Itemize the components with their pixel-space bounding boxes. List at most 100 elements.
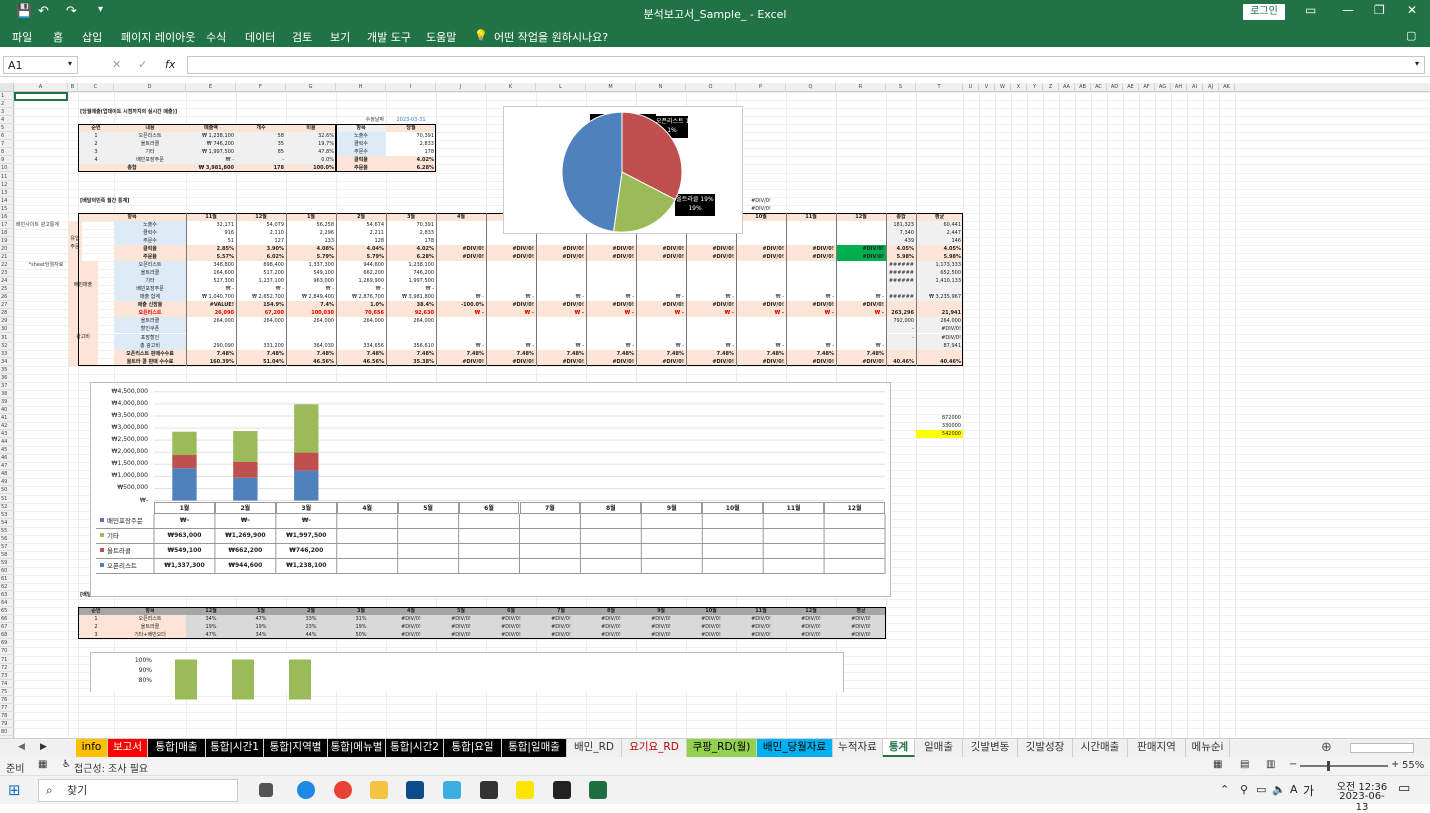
accessibility-icon: ♿: [62, 759, 71, 770]
ime-language[interactable]: 가: [1303, 782, 1314, 799]
accessibility-status[interactable]: 접근성: 조사 필요: [74, 760, 148, 775]
zoom-level[interactable]: 55%: [1402, 760, 1424, 771]
bar-올트라콜-1월[interactable]: [172, 454, 197, 469]
sheet-tab[interactable]: 일매출: [915, 739, 963, 757]
sheet-tab[interactable]: 깃발성장: [1018, 739, 1073, 757]
tray-pin-icon[interactable]: ⚲: [1240, 783, 1248, 796]
sheet-tab[interactable]: 통합|메뉴별: [328, 739, 386, 757]
bar-기타-2월[interactable]: [233, 431, 258, 462]
app-cube-icon[interactable]: [406, 781, 424, 799]
name-box-dropdown-icon[interactable]: ▾: [68, 59, 72, 68]
zoom-slider[interactable]: [1300, 761, 1388, 771]
volume-icon[interactable]: 🔈: [1272, 783, 1286, 796]
bar-올트라콜-3월[interactable]: [294, 452, 319, 471]
tab-data[interactable]: 데이터: [245, 29, 275, 45]
tab-scroll-right-icon[interactable]: ▶: [40, 742, 47, 752]
taskbar-date[interactable]: 2023-06-13: [1334, 791, 1390, 813]
tab-help[interactable]: 도움말: [426, 29, 456, 45]
page-break-icon[interactable]: ▥: [1266, 759, 1275, 770]
add-sheet-icon[interactable]: ⊕: [1321, 740, 1332, 755]
tab-view[interactable]: 보기: [330, 29, 350, 45]
chrome-icon[interactable]: [334, 781, 352, 799]
chart-layer: [96, 111, 886, 700]
sheet-tab[interactable]: 누적자료: [833, 739, 883, 757]
sheet-tab[interactable]: 보고서: [108, 739, 148, 757]
excel-taskbar-icon[interactable]: [589, 781, 607, 799]
maximize-icon[interactable]: ❐: [1374, 3, 1385, 17]
minimize-icon[interactable]: —: [1342, 3, 1354, 17]
bar-2-segment[interactable]: [289, 659, 311, 700]
sheet-tab[interactable]: 요기요_RD: [622, 739, 687, 757]
bar-기타-1월[interactable]: [172, 431, 197, 455]
taskbar-search[interactable]: 찾기: [38, 779, 238, 802]
expand-formula-icon[interactable]: ▾: [1415, 59, 1419, 68]
tab-review[interactable]: 검토: [292, 29, 312, 45]
redo-icon[interactable]: ↷: [66, 4, 77, 19]
formula-input[interactable]: [187, 56, 1425, 74]
insert-function-icon[interactable]: fx: [165, 58, 175, 71]
sheet-tab[interactable]: 깃발변동: [963, 739, 1018, 757]
task-view-icon[interactable]: [259, 783, 273, 797]
bar-기타-3월[interactable]: [294, 404, 319, 453]
bar-오픈리스트-3월[interactable]: [294, 470, 319, 501]
network-icon[interactable]: ▭: [1256, 783, 1266, 796]
sheet-tab[interactable]: 통합|지역별: [264, 739, 328, 757]
save-icon[interactable]: 💾: [16, 4, 32, 19]
bar-오픈리스트-1월[interactable]: [172, 468, 197, 501]
bar-2-segment[interactable]: [232, 659, 254, 700]
ribbon-display-icon[interactable]: ▭: [1305, 3, 1316, 17]
undo-icon[interactable]: ↶: [38, 4, 49, 19]
sheet-tab[interactable]: 통계: [883, 739, 915, 757]
formula-bar: A1 ▾ ✕ ✓ fx ▾: [0, 53, 1430, 77]
notification-icon[interactable]: ▭: [1398, 781, 1410, 796]
tab-insert[interactable]: 삽입: [82, 29, 102, 45]
pie-slice-2[interactable]: [561, 111, 623, 233]
tab-home[interactable]: 홈: [53, 29, 63, 45]
customize-qat-icon[interactable]: ▾: [98, 4, 103, 15]
tab-scroll-left-icon[interactable]: ◀: [18, 742, 25, 752]
file-explorer-icon[interactable]: [370, 781, 388, 799]
zoom-slider-thumb[interactable]: [1327, 761, 1330, 771]
page-layout-icon[interactable]: ▤: [1240, 759, 1249, 770]
bar-오픈리스트-2월[interactable]: [233, 477, 258, 501]
bar-2-segment[interactable]: [175, 659, 197, 700]
cancel-icon[interactable]: ✕: [112, 58, 121, 71]
sheet-tab[interactable]: 판매지역: [1128, 739, 1186, 757]
name-box[interactable]: A1: [3, 56, 78, 74]
sheet-tab[interactable]: 메뉴순i: [1186, 739, 1230, 757]
tab-page-layout[interactable]: 페이지 레이아웃: [121, 29, 195, 45]
macro-record-icon[interactable]: ▦: [38, 759, 47, 770]
tell-me-box[interactable]: 어떤 작업을 원하시나요?: [494, 29, 608, 45]
sheet-tab[interactable]: 배민_당월자료: [757, 739, 833, 757]
login-button[interactable]: 로그인: [1243, 4, 1285, 20]
sheet-tab[interactable]: 통합|매출: [148, 739, 206, 757]
worksheet-grid[interactable]: A B C D E F G H I J K L M N O P Q R S T U V W X Y Z AA AB AC AD AE AF AG…: [0, 83, 1430, 738]
tab-formulas[interactable]: 수식: [206, 29, 226, 45]
sheet-tab[interactable]: 쿠팡_RD(월): [687, 739, 757, 757]
normal-view-icon[interactable]: ▦: [1213, 759, 1222, 770]
bar-올트라콜-2월[interactable]: [233, 461, 258, 478]
ime-a-icon[interactable]: A: [1290, 783, 1298, 796]
sheet-tab[interactable]: 통합|시간1: [206, 739, 264, 757]
kakaotalk-icon[interactable]: [516, 781, 534, 799]
sheet-tab[interactable]: 통합|일매출: [502, 739, 567, 757]
app-v-icon[interactable]: [443, 781, 461, 799]
app-capcut-icon[interactable]: [480, 781, 498, 799]
enter-icon[interactable]: ✓: [138, 58, 147, 71]
sheet-tab[interactable]: info: [76, 739, 108, 757]
comments-icon[interactable]: ▢: [1406, 29, 1416, 42]
zoom-in-icon[interactable]: +: [1391, 759, 1399, 770]
tab-file[interactable]: 파일: [12, 29, 32, 45]
close-icon[interactable]: ✕: [1407, 3, 1417, 17]
tray-chevron-icon[interactable]: ⌃: [1220, 783, 1229, 796]
windows-start-icon[interactable]: ⊞: [8, 781, 21, 799]
horizontal-scrollbar[interactable]: [1350, 743, 1414, 753]
sheet-tab[interactable]: 통합|요일: [444, 739, 502, 757]
edge-icon[interactable]: [297, 781, 315, 799]
sheet-tab[interactable]: 시간매출: [1073, 739, 1128, 757]
sheet-tab[interactable]: 배민_RD: [567, 739, 622, 757]
sheet-tab[interactable]: 통합|시간2: [386, 739, 444, 757]
tab-developer[interactable]: 개발 도구: [367, 29, 411, 45]
app-dark-icon[interactable]: [553, 781, 571, 799]
zoom-out-icon[interactable]: −: [1289, 759, 1297, 770]
